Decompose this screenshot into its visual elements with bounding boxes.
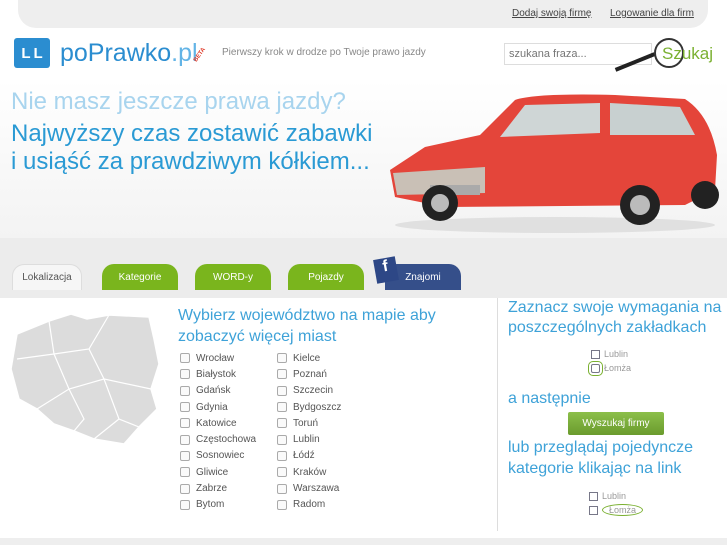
city-checkbox[interactable] (180, 434, 190, 445)
city-label: Lublin (293, 434, 320, 446)
city-label: Szczecin (293, 385, 334, 397)
city-list-col1: Wrocław Białystok Gdańsk Gdynia Katowice Częs… (180, 350, 256, 513)
city-checkbox[interactable] (277, 434, 287, 445)
city-label: Kielce (293, 352, 321, 364)
city-checkbox[interactable] (180, 418, 190, 429)
city-item[interactable]: Lublin (277, 431, 341, 447)
add-company-link[interactable]: Dodaj swoją firmę (512, 8, 591, 19)
tagline: Pierwszy krok w drodze po Twoje prawo ja… (222, 47, 426, 58)
city-label: Gdynia (196, 401, 228, 413)
city-item[interactable]: Wrocław (180, 350, 256, 366)
city-checkbox[interactable] (277, 402, 287, 413)
city-label: Poznań (293, 368, 327, 380)
search-button-label: Szukaj (662, 44, 714, 63)
example-checkbox-2: Łomża (588, 361, 631, 377)
city-item[interactable]: Szczecin (277, 383, 341, 399)
tab-pojazdy[interactable]: Pojazdy (288, 264, 364, 290)
city-item[interactable]: Kielce (277, 350, 341, 366)
example-checkbox-1: Lublin (591, 347, 628, 361)
city-checkbox[interactable] (277, 450, 287, 461)
logo-tld: .pl (171, 38, 198, 67)
logo-icon: LL (14, 38, 50, 68)
search-companies-button[interactable]: Wyszukaj firmy (568, 412, 664, 435)
hero-line-3: i usiąść za prawdziwym kółkiem... (11, 148, 370, 175)
hero-line-1: Nie masz jeszcze prawa jazdy? (11, 88, 346, 115)
facebook-icon: f (373, 256, 399, 284)
city-checkbox[interactable] (180, 450, 190, 461)
city-label: Wrocław (196, 352, 235, 364)
city-checkbox[interactable] (180, 369, 190, 380)
city-item[interactable]: Gdynia (180, 399, 256, 415)
help-line-2: poszczególnych zakładkach (508, 319, 707, 336)
footer-bar (0, 538, 727, 545)
city-item[interactable]: Bydgoszcz (277, 399, 341, 415)
city-label: Częstochowa (196, 434, 257, 446)
city-list-col2: Kielce Poznań Szczecin Bydgoszcz Toruń Lublin… (277, 350, 341, 513)
city-item[interactable]: Łódź (277, 448, 341, 464)
city-label: Łódź (293, 450, 315, 462)
city-item[interactable]: Kraków (277, 464, 341, 480)
city-checkbox[interactable] (277, 369, 287, 380)
tab-kategorie[interactable]: Kategorie (102, 264, 178, 290)
city-checkbox[interactable] (277, 385, 287, 396)
city-item[interactable]: Zabrze (180, 480, 256, 496)
city-item[interactable]: Gdańsk (180, 383, 256, 399)
city-checkbox[interactable] (180, 467, 190, 478)
city-checkbox[interactable] (180, 483, 190, 494)
city-label: Gdańsk (196, 385, 231, 397)
company-login-link[interactable]: Logowanie dla firm (610, 8, 694, 19)
search-button[interactable]: Szukaj (614, 38, 714, 72)
city-item[interactable]: Sosnowiec (180, 448, 256, 464)
city-item[interactable]: Bytom (180, 497, 256, 513)
city-checkbox[interactable] (180, 353, 190, 364)
city-checkbox[interactable] (277, 483, 287, 494)
city-checkbox[interactable] (277, 467, 287, 478)
top-bar (18, 0, 708, 28)
poland-map[interactable] (9, 309, 161, 449)
city-label: Katowice (196, 417, 237, 429)
toy-car-image (390, 94, 719, 233)
city-item[interactable]: Częstochowa (180, 431, 256, 447)
city-checkbox[interactable] (277, 353, 287, 364)
city-item[interactable]: Poznań (277, 366, 341, 382)
help-line-4: kategorie klikając na link (508, 460, 682, 477)
city-item[interactable]: Białystok (180, 366, 256, 382)
city-label: Białystok (196, 368, 237, 380)
city-label: Warszawa (293, 483, 340, 495)
tab-lokalizacja[interactable]: Lokalizacja (12, 264, 82, 290)
example-checkbox-4: Łomża (589, 503, 644, 517)
city-checkbox[interactable] (180, 402, 190, 413)
hero-line-2: Najwyższy czas zostawić zabawki (11, 120, 373, 147)
city-item[interactable]: Warszawa (277, 480, 341, 496)
city-label: Kraków (293, 466, 327, 478)
location-title: Wybierz województwo na mapie aby zobaczy… (178, 307, 436, 345)
city-item[interactable]: Katowice (180, 415, 256, 431)
city-label: Radom (293, 499, 326, 511)
city-checkbox[interactable] (277, 499, 287, 510)
divider (497, 298, 498, 531)
city-label: Gliwice (196, 466, 229, 478)
tab-wordy[interactable]: WORD-y (195, 264, 271, 290)
city-item[interactable]: Toruń (277, 415, 341, 431)
example-checkbox-3: Lublin (589, 489, 626, 503)
city-label: Bydgoszcz (293, 401, 342, 413)
city-checkbox[interactable] (180, 385, 190, 396)
city-label: Sosnowiec (196, 450, 245, 462)
logo-name: poPrawko (60, 38, 172, 67)
city-item[interactable]: Radom (277, 497, 341, 513)
city-label: Bytom (196, 499, 225, 511)
city-checkbox[interactable] (180, 499, 190, 510)
city-item[interactable]: Gliwice (180, 464, 256, 480)
help-then: a następnie (508, 390, 591, 407)
city-label: Toruń (293, 417, 319, 429)
city-label: Zabrze (196, 483, 228, 495)
logo[interactable]: LL poPrawko.pl BETA (14, 38, 207, 68)
city-checkbox[interactable] (277, 418, 287, 429)
